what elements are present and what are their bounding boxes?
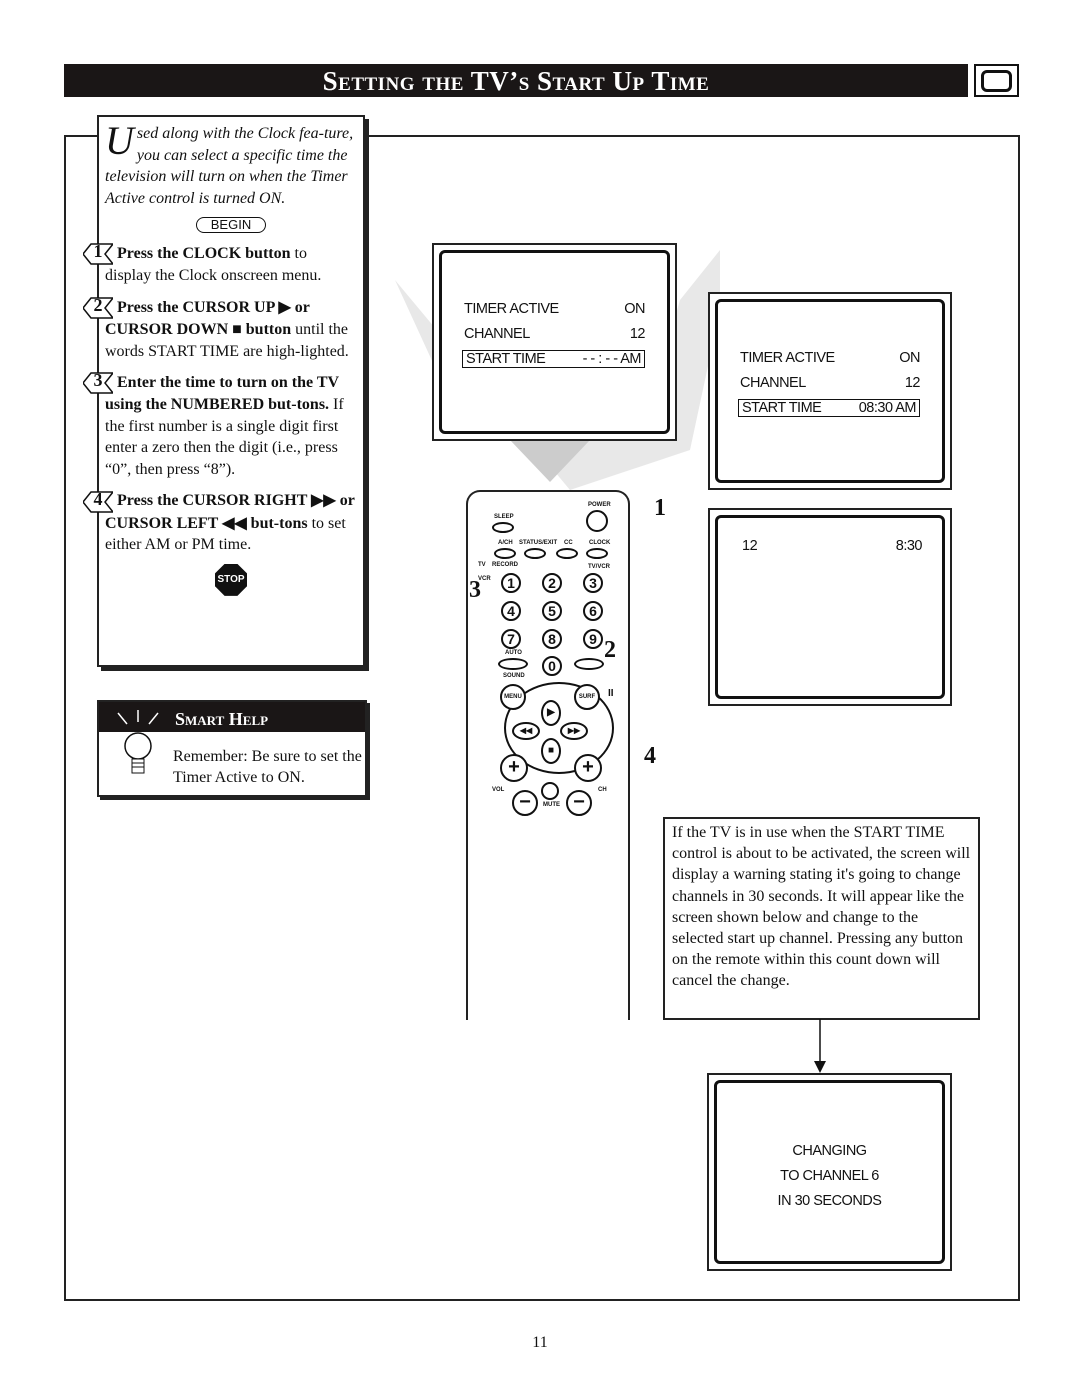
pause-label: II bbox=[608, 688, 614, 699]
sleep-label: SLEEP bbox=[494, 514, 514, 520]
callout-4: 4 bbox=[644, 743, 656, 769]
begin-label: BEGIN bbox=[196, 217, 266, 233]
menu-row-channel: CHANNEL 12 bbox=[740, 375, 921, 391]
digit-4-button[interactable]: 4 bbox=[501, 601, 521, 621]
step-number-badge: 1 bbox=[83, 241, 113, 266]
step-2: 2 Press the CURSOR UP ▶ or CURSOR DOWN ■ … bbox=[83, 295, 357, 362]
step-number-badge: 3 bbox=[83, 370, 113, 395]
volume-down-button[interactable]: − bbox=[512, 790, 538, 816]
menu-row-timer-active: TIMER ACTIVE ON bbox=[740, 350, 920, 366]
mute-label: MUTE bbox=[543, 802, 560, 808]
menu-row-start-time-highlighted: START TIME 08:30 AM bbox=[738, 399, 920, 417]
digit-3-button[interactable]: 3 bbox=[583, 573, 603, 593]
cursor-up-button[interactable]: ▶ bbox=[541, 700, 561, 726]
channel-down-button[interactable]: − bbox=[566, 790, 592, 816]
menu-row-channel: CHANNEL 12 bbox=[464, 326, 646, 342]
vol-label: VOL bbox=[492, 787, 505, 793]
clock-label: CLOCK bbox=[589, 540, 611, 546]
intro-body: sed along with the Clock fea-ture, you c… bbox=[105, 125, 354, 207]
step-3: 3 Enter the time to turn on the TV using … bbox=[83, 370, 357, 480]
intro-text: Used along with the Clock fea-ture, you … bbox=[105, 118, 357, 209]
channel-up-button[interactable]: + bbox=[574, 754, 602, 782]
digit-7-button[interactable]: 7 bbox=[501, 629, 521, 649]
instructions-panel: Used along with the Clock fea-ture, you … bbox=[83, 115, 365, 667]
callout-2: 2 bbox=[604, 637, 616, 663]
step-number-badge: 2 bbox=[83, 295, 113, 319]
tvvcr-label: TV/VCR bbox=[588, 564, 611, 570]
tv-screen-changing-channel: CHANGING TO CHANNEL 6 IN 30 SECONDS bbox=[707, 1073, 952, 1271]
record-label: RECORD bbox=[492, 562, 519, 568]
page-number: 11 bbox=[532, 1334, 548, 1351]
warning-line: IN 30 SECONDS bbox=[777, 1193, 882, 1209]
page-title: Setting the TV’s Start Up Time bbox=[64, 64, 968, 97]
cursor-right-button[interactable]: ▶▶ bbox=[560, 722, 588, 740]
down-arrow bbox=[814, 1019, 826, 1073]
digit-5-button[interactable]: 5 bbox=[542, 601, 562, 621]
status-label: STATUS/EXIT bbox=[519, 540, 558, 546]
stop-sign-icon: STOP bbox=[215, 563, 247, 596]
channel-time-readout: 12 8:30 bbox=[742, 538, 923, 554]
surf-button[interactable]: SURF bbox=[574, 684, 600, 710]
auto-label: AUTO bbox=[505, 650, 522, 656]
digit-0-button[interactable]: 0 bbox=[542, 656, 562, 676]
cursor-left-button[interactable]: ◀◀ bbox=[512, 722, 540, 740]
tv-icon bbox=[974, 64, 1019, 97]
tv-screen-channel-time: 12 8:30 bbox=[708, 508, 952, 706]
ch-label: CH bbox=[598, 787, 607, 793]
auto-sound-button[interactable] bbox=[498, 658, 528, 670]
warning-line: TO CHANNEL 6 bbox=[780, 1168, 879, 1184]
warning-note: If the TV is in use when the START TIME … bbox=[663, 817, 980, 1020]
volume-up-button[interactable]: + bbox=[500, 754, 528, 782]
step-4: 4 Press the CURSOR RIGHT ▶▶ or CURSOR LEF… bbox=[83, 489, 357, 555]
step-number-badge: 4 bbox=[83, 489, 113, 513]
menu-row-timer-active: TIMER ACTIVE ON bbox=[464, 301, 645, 317]
digit-1-button[interactable]: 1 bbox=[501, 573, 521, 593]
power-label: POWER bbox=[588, 502, 611, 508]
drop-cap: U bbox=[105, 118, 134, 163]
digit-6-button[interactable]: 6 bbox=[583, 601, 603, 621]
callout-1: 1 bbox=[654, 495, 666, 521]
sound-label: SOUND bbox=[503, 673, 525, 679]
menu-row-start-time-highlighted: START TIME - - : - - AM bbox=[462, 350, 645, 368]
digit-2-button[interactable]: 2 bbox=[542, 573, 562, 593]
mute-button[interactable] bbox=[541, 782, 559, 800]
tv-label: TV bbox=[478, 562, 486, 568]
callout-3: 3 bbox=[469, 577, 481, 603]
warning-line: CHANGING bbox=[792, 1143, 867, 1159]
ach-record-button[interactable] bbox=[494, 548, 516, 559]
ach-label: A/CH bbox=[498, 540, 513, 546]
status-exit-button[interactable] bbox=[524, 548, 546, 559]
tv-screen-start-time-set: TIMER ACTIVE ON CHANNEL 12 START TIME 08:30… bbox=[708, 292, 952, 490]
sleep-button[interactable] bbox=[492, 522, 514, 533]
digit-8-button[interactable]: 8 bbox=[542, 629, 562, 649]
smart-help-text: Remember: Be sure to set the Timer Activ… bbox=[173, 748, 362, 786]
light-bulb-icon bbox=[117, 710, 159, 774]
cc-button[interactable] bbox=[556, 548, 578, 559]
power-button[interactable] bbox=[586, 510, 608, 532]
cursor-down-button[interactable]: ■ bbox=[541, 738, 561, 764]
clock-button[interactable] bbox=[586, 548, 608, 559]
remote-control: POWER SLEEP A/CH STATUS/EXIT CC CLOCK RE… bbox=[466, 490, 630, 1020]
tv-screen-start-time-blank: TIMER ACTIVE ON CHANNEL 12 START TIME - - :… bbox=[432, 243, 677, 441]
menu-button[interactable]: MENU bbox=[500, 684, 526, 710]
cc-label: CC bbox=[564, 540, 573, 546]
smart-help-box: Smart Help Remember: Be sure to set the … bbox=[97, 700, 367, 797]
step-1: 1 Press the CLOCK button to display the C… bbox=[83, 241, 357, 287]
